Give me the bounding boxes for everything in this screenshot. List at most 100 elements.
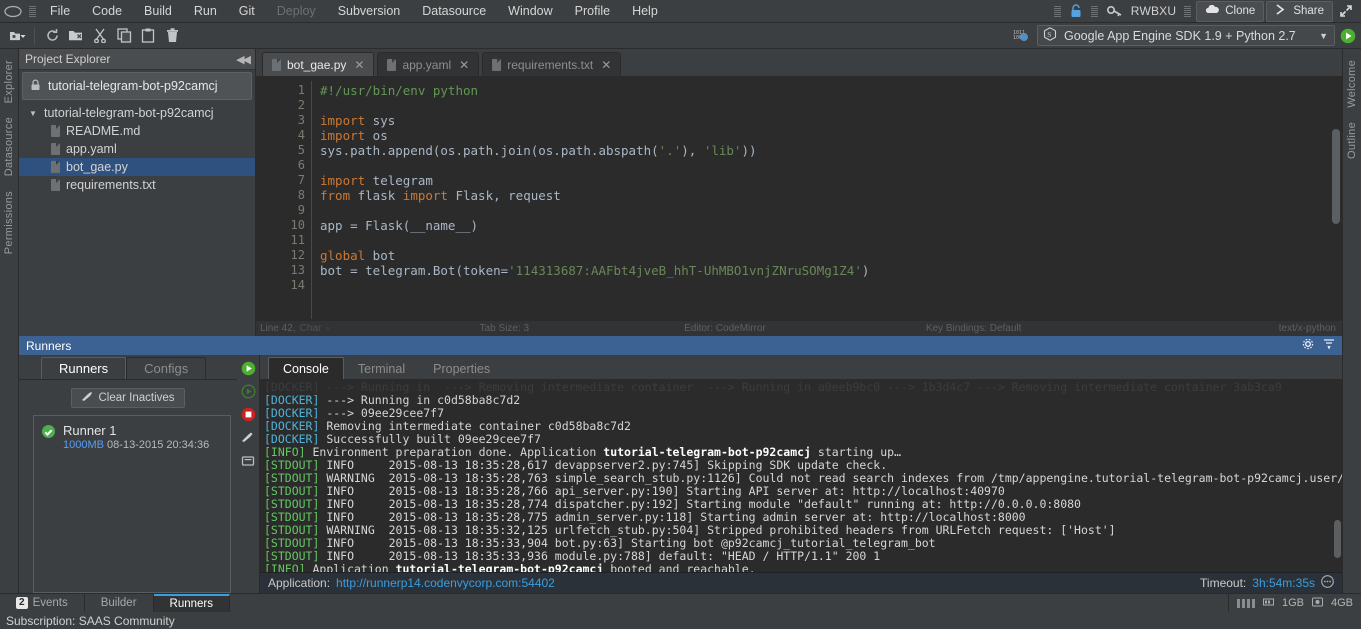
console-line-tag: [STDOUT] — [264, 537, 320, 550]
menu-item-help[interactable]: Help — [621, 2, 669, 20]
restart-runner-icon[interactable] — [240, 383, 256, 399]
menu-right-group: RWBXU Clone Share — [1051, 0, 1361, 22]
runner-list: Runner 1 1000MB 08-13-2015 20:34:36 — [33, 415, 231, 593]
menu-item-code[interactable]: Code — [81, 2, 133, 20]
tab-terminal[interactable]: Terminal — [344, 358, 419, 379]
line-number: 5 — [297, 143, 305, 157]
run-runner-icon[interactable] — [240, 360, 256, 376]
menu-item-git[interactable]: Git — [228, 2, 266, 20]
clear-console-icon[interactable] — [240, 429, 256, 445]
tab-configs[interactable]: Configs — [126, 357, 207, 379]
key-icon[interactable] — [1103, 2, 1126, 20]
delete-folder-icon[interactable] — [65, 25, 87, 46]
bottom-tab-builder[interactable]: Builder — [85, 594, 154, 612]
editor-vertical-scrollbar[interactable] — [1332, 129, 1340, 224]
bottom-tab-events[interactable]: 2 Events — [0, 594, 85, 612]
tree-item-readme[interactable]: README.md — [19, 122, 255, 140]
tree-item-bot-gae-py[interactable]: bot_gae.py — [19, 158, 255, 176]
collapse-icon[interactable]: ◀◀ — [236, 53, 251, 66]
rail-tab-outline[interactable]: Outline — [1344, 115, 1360, 166]
chevron-down-icon[interactable]: ▼ — [29, 109, 38, 118]
refresh-icon[interactable] — [41, 25, 63, 46]
close-icon[interactable]: ✕ — [601, 58, 611, 72]
code-token: import — [320, 113, 366, 128]
menu-item-run[interactable]: Run — [183, 2, 228, 20]
code-token: import — [320, 173, 366, 188]
binary-icon[interactable]: 1011 100 — [1011, 25, 1033, 46]
code-text[interactable]: #!/usr/bin/env python import sys import o… — [312, 77, 1341, 319]
close-icon[interactable]: ✕ — [354, 58, 364, 72]
tree-root-node[interactable]: ▼ tutorial-telegram-bot-p92camcj — [19, 104, 255, 122]
editor-tab-bot-gae-py[interactable]: bot_gae.py ✕ — [262, 52, 375, 76]
console-output[interactable]: [DOCKER] ---> Running in ---> Removing i… — [260, 379, 1342, 572]
run-button[interactable] — [1339, 27, 1357, 45]
editor-panel: bot_gae.py ✕ app.yaml ✕ requirements.txt… — [256, 49, 1342, 336]
bottom-tab-runners[interactable]: Runners — [153, 594, 231, 612]
tab-properties[interactable]: Properties — [419, 358, 504, 379]
line-number: 11 — [290, 233, 305, 247]
rail-tab-welcome[interactable]: Welcome — [1344, 53, 1360, 115]
menu-item-datasource[interactable]: Datasource — [411, 2, 497, 20]
clone-button[interactable]: Clone — [1196, 0, 1265, 22]
menu-item-build[interactable]: Build — [133, 2, 183, 20]
menu-item-subversion[interactable]: Subversion — [327, 2, 412, 20]
new-file-icon[interactable] — [6, 25, 28, 46]
code-token: from — [320, 188, 351, 203]
code-token: #!/usr/bin/env python — [320, 83, 479, 98]
unlock-icon[interactable] — [1066, 2, 1086, 20]
fullscreen-icon[interactable] — [1335, 2, 1357, 20]
console-line-emphasis: tutorial-telegram-bot-p92camcj — [395, 563, 604, 572]
clone-drag-handle[interactable] — [1184, 3, 1192, 19]
line-number: 9 — [297, 203, 305, 217]
tab-console[interactable]: Console — [268, 357, 344, 379]
tree-item-requirements-txt[interactable]: requirements.txt — [19, 176, 255, 194]
stop-runner-icon[interactable] — [240, 406, 256, 422]
lock-drag-handle[interactable] — [1053, 3, 1061, 19]
console-line: [STDOUT] INFO 2015-08-13 18:35:33,936 mo… — [264, 550, 1342, 563]
paste-icon[interactable] — [137, 25, 159, 46]
console-line-tag: [STDOUT] — [264, 524, 320, 537]
gear-icon[interactable] — [1302, 338, 1314, 353]
application-url-link[interactable]: http://runnerp14.codenvycorp.com:54402 — [336, 576, 555, 590]
menu-item-profile[interactable]: Profile — [564, 2, 621, 20]
line-number: 14 — [290, 278, 305, 292]
rail-tab-permissions[interactable]: Permissions — [1, 184, 17, 261]
code-token: ), — [681, 143, 704, 158]
copy-icon[interactable] — [113, 25, 135, 46]
rail-tab-datasource[interactable]: Datasource — [1, 110, 17, 183]
trash-icon[interactable] — [161, 25, 183, 46]
memory-icon — [1262, 597, 1274, 610]
tab-runners[interactable]: Runners — [41, 357, 127, 379]
close-icon[interactable]: ✕ — [459, 58, 469, 72]
sdk-badge-icon: S — [1043, 27, 1057, 44]
sdk-environment-select[interactable]: S Google App Engine SDK 1.9 + Python 2.7… — [1037, 25, 1335, 46]
subscription-label: Subscription: SAAS Community — [6, 613, 175, 628]
list-item[interactable]: Runner 1 1000MB 08-13-2015 20:34:36 — [34, 422, 230, 453]
console-line-text: Removing intermediate container c0d58ba8… — [319, 420, 631, 433]
console-line-tag: [STDOUT] — [264, 550, 320, 563]
console-vertical-scrollbar[interactable] — [1334, 520, 1341, 558]
code-token: global — [320, 248, 366, 263]
file-icon — [492, 58, 502, 71]
download-logs-icon[interactable] — [240, 452, 256, 468]
key-drag-handle[interactable] — [1090, 3, 1098, 19]
menu-drag-handle[interactable] — [29, 3, 36, 19]
code-line: global bot — [320, 248, 1341, 263]
menu-item-file[interactable]: File — [39, 2, 81, 20]
menu-item-window[interactable]: Window — [497, 2, 563, 20]
clear-inactives-button[interactable]: Clear Inactives — [71, 388, 185, 408]
editor-tab-app-yaml[interactable]: app.yaml ✕ — [377, 52, 480, 76]
share-button[interactable]: Share — [1266, 0, 1333, 22]
code-area[interactable]: 1 2 3 4 5 6 7 8 9 10 11 12 13 14 #!/usr/bin/env pytho… — [256, 76, 1342, 320]
editor-tab-requirements-txt[interactable]: requirements.txt ✕ — [482, 52, 622, 76]
timeout-value: 3h:54m:35s — [1252, 576, 1315, 590]
runners-panel: Runners Runners Configs Clear Inactives … — [19, 336, 1342, 593]
minimize-icon[interactable] — [1323, 338, 1335, 353]
cut-icon[interactable] — [89, 25, 111, 46]
project-selector[interactable]: tutorial-telegram-bot-p92camcj — [22, 72, 252, 100]
rail-tab-explorer[interactable]: Explorer — [1, 53, 17, 110]
tree-item-app-yaml[interactable]: app.yaml — [19, 140, 255, 158]
more-options-icon[interactable] — [1321, 575, 1334, 591]
